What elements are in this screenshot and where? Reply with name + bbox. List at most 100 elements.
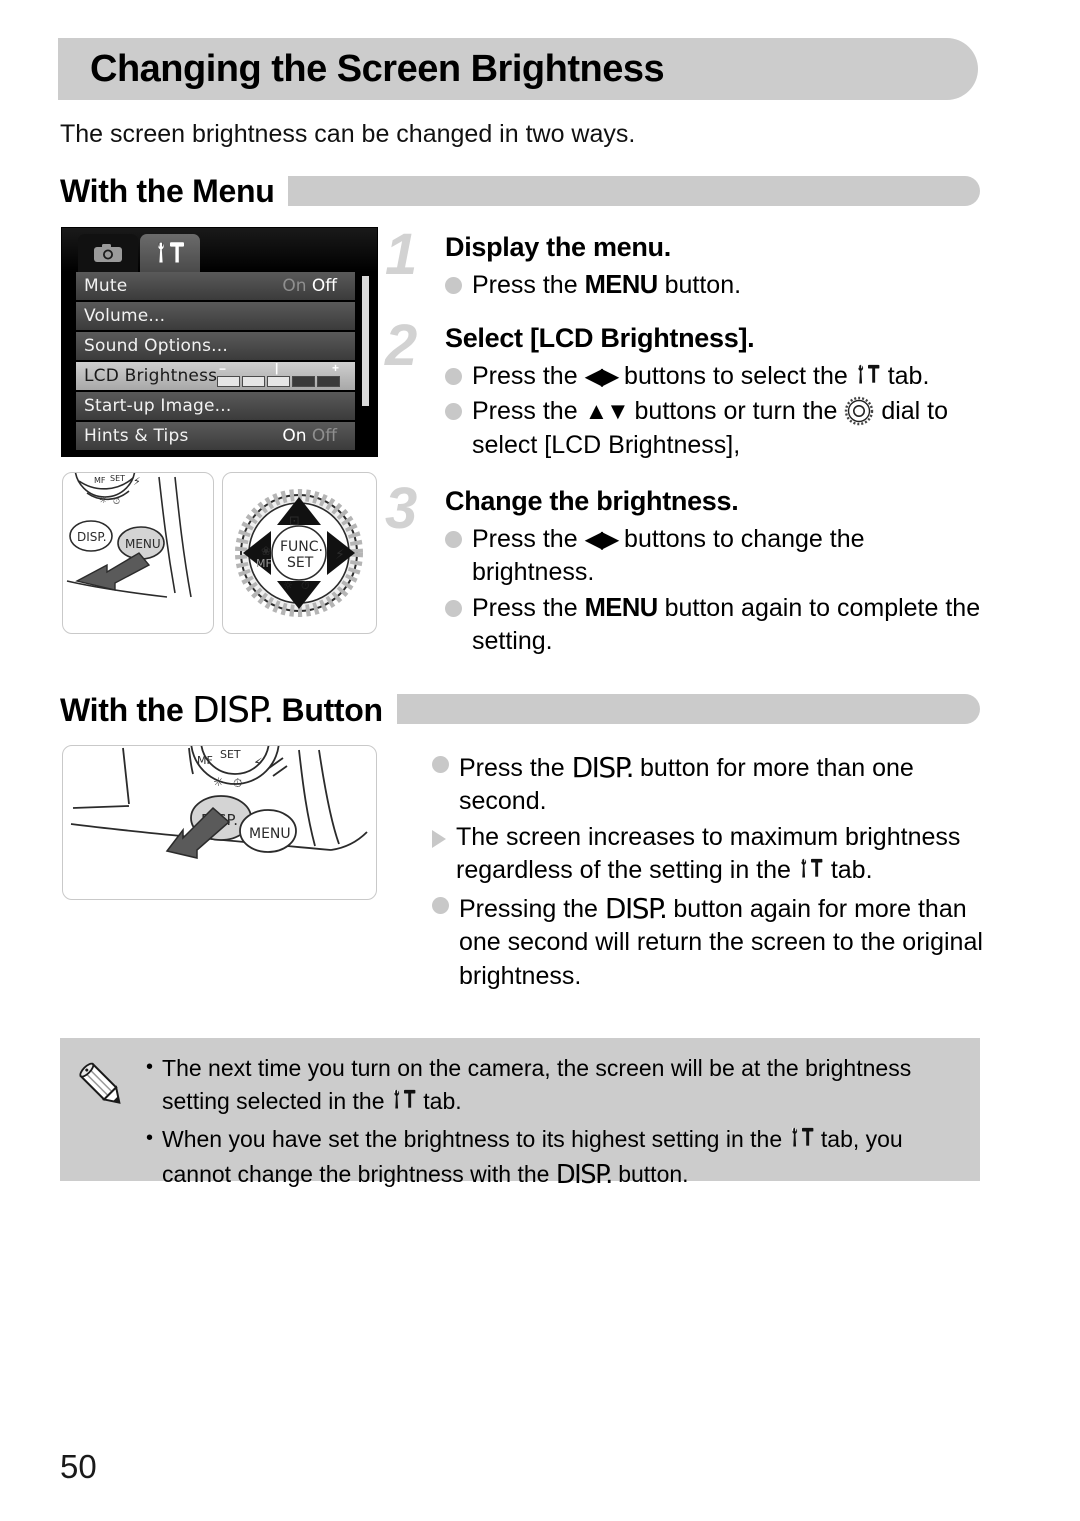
body-text: tab. bbox=[416, 1087, 462, 1114]
lcd-value-off[interactable]: Off bbox=[312, 276, 337, 296]
lcd-value-on[interactable]: On bbox=[282, 276, 306, 296]
section-heading-bar bbox=[288, 176, 980, 206]
disp-section-bullets: Press the DISP. button for more than one… bbox=[432, 748, 984, 995]
brightness-segment[interactable] bbox=[317, 376, 340, 387]
step-3: 3 Change the brightness. Press the ◀▶ bu… bbox=[385, 480, 985, 661]
bullet-item: Press the MENU button again to complete … bbox=[445, 592, 985, 659]
lcd-menu-rows: Mute On Off Volume... Sound Options... L… bbox=[76, 272, 355, 452]
camera-back-disp-drawing: MF SET ⚡ ☼ ⏱ DISP. MENU bbox=[70, 746, 368, 859]
lcd-menu-screenshot: Mute On Off Volume... Sound Options... L… bbox=[62, 228, 377, 456]
lcd-row-label: LCD Brightness bbox=[84, 366, 218, 386]
bullet-text: Pressing the DISP. button again for more… bbox=[459, 889, 984, 993]
disp-button-icon: DISP. bbox=[604, 892, 668, 925]
disp-button-icon: DISP. bbox=[571, 751, 635, 784]
lcd-row-startup-image[interactable]: Start-up Image... bbox=[76, 392, 355, 420]
lcd-row-label: Start-up Image... bbox=[84, 396, 232, 416]
body-text: button. bbox=[657, 271, 742, 299]
camera-back-menu-drawing: MF SET ⚡ ☼ ⏱ DISP. MENU bbox=[66, 473, 192, 598]
section-heading-suffix: Button bbox=[272, 691, 384, 728]
lcd-row-volume[interactable]: Volume... bbox=[76, 302, 355, 330]
disp-button-icon: DISP. bbox=[555, 1159, 613, 1190]
body-text: tab. bbox=[880, 362, 930, 390]
svg-text:☼: ☼ bbox=[99, 496, 107, 506]
brightness-segment[interactable] bbox=[292, 376, 315, 387]
brightness-segment[interactable] bbox=[242, 376, 265, 387]
svg-text:⏱: ⏱ bbox=[301, 579, 310, 592]
round-bullet-marker bbox=[432, 756, 449, 773]
body-text: Press the bbox=[472, 525, 585, 553]
brightness-segment[interactable] bbox=[267, 376, 290, 387]
pencil-icon bbox=[79, 1062, 121, 1104]
body-text: The next time you turn on the camera, th… bbox=[162, 1055, 912, 1114]
four-way-dial-drawing: FUNC. SET ⊡ ❀ MF ⚡ ☼ ⏱ bbox=[235, 489, 363, 617]
lcd-scrollbar[interactable] bbox=[362, 276, 369, 406]
brightness-segment[interactable] bbox=[217, 376, 240, 387]
control-dial-illustration: FUNC. SET ⊡ ❀ MF ⚡ ☼ ⏱ bbox=[222, 472, 377, 634]
disp-icon: DISP. bbox=[192, 689, 274, 731]
svg-text:MF: MF bbox=[256, 557, 272, 570]
wrench-hammer-icon bbox=[158, 242, 184, 263]
lcd-value-off[interactable]: Off bbox=[312, 426, 337, 446]
lcd-row-lcd-brightness[interactable]: LCD Brightness − | + bbox=[76, 361, 355, 390]
menu-button-illustration: MF SET ⚡ ☼ ⏱ DISP. MENU bbox=[62, 472, 214, 634]
bullet-item: Press the MENU button. bbox=[445, 269, 985, 303]
svg-text:⏱: ⏱ bbox=[113, 497, 120, 507]
lcd-value-on[interactable]: On bbox=[282, 426, 306, 446]
note-item: • When you have set the brightness to its… bbox=[146, 1123, 966, 1192]
brightness-slider-segments[interactable] bbox=[217, 376, 340, 387]
svg-text:MENU: MENU bbox=[125, 537, 161, 551]
section-heading-label: With the DISP. Button bbox=[60, 689, 397, 731]
round-bullet-marker bbox=[445, 403, 462, 421]
bullet-item: Press the ◀▶ buttons to change the brigh… bbox=[445, 523, 985, 590]
lcd-row-label: Mute bbox=[84, 276, 128, 296]
menu-button-icon: MENU bbox=[584, 593, 659, 622]
slider-minus-label: − bbox=[219, 362, 227, 376]
page-header: Changing the Screen Brightness bbox=[58, 38, 978, 100]
bullet-text: Press the ◀▶ buttons to select the tab. bbox=[472, 360, 985, 393]
bullet-item: Press the DISP. button for more than one… bbox=[432, 748, 984, 819]
round-bullet-marker bbox=[445, 531, 462, 548]
direction-buttons-icon: ◀▶ bbox=[584, 363, 620, 390]
intro-text: The screen brightness can be changed in … bbox=[60, 120, 636, 148]
svg-text:SET: SET bbox=[220, 748, 241, 761]
body-text: Pressing the bbox=[459, 895, 605, 923]
svg-text:MF: MF bbox=[94, 476, 106, 485]
bullet-text: Press the DISP. button for more than one… bbox=[459, 748, 984, 819]
lcd-row-sound-options[interactable]: Sound Options... bbox=[76, 332, 355, 360]
bullet-item: Pressing the DISP. button again for more… bbox=[432, 889, 984, 993]
svg-text:⚡: ⚡ bbox=[133, 475, 141, 488]
step-number: 3 bbox=[385, 476, 418, 541]
step-title: Display the menu. bbox=[445, 232, 671, 262]
step-2: 2 Select [LCD Brightness]. Press the ◀▶ … bbox=[385, 317, 985, 464]
lcd-row-mute[interactable]: Mute On Off bbox=[76, 272, 355, 300]
body-text: Press the bbox=[472, 593, 585, 622]
round-bullet-marker bbox=[445, 368, 462, 385]
lcd-tab-tools[interactable] bbox=[140, 234, 200, 272]
lcd-row-hints-tips[interactable]: Hints & Tips On Off bbox=[76, 422, 355, 450]
direction-buttons-icon: ◀▶ bbox=[584, 526, 620, 553]
lcd-tab-camera[interactable] bbox=[78, 234, 138, 272]
svg-text:MF: MF bbox=[197, 754, 213, 767]
menu-button-icon: MENU bbox=[584, 271, 659, 299]
svg-text:SET: SET bbox=[287, 555, 314, 571]
section-heading-prefix: With the bbox=[60, 691, 193, 728]
body-text: buttons to select the bbox=[617, 362, 855, 390]
direction-buttons-icon: ▲▼ bbox=[584, 398, 630, 426]
section-heading-with-the-menu: With the Menu bbox=[60, 170, 980, 212]
round-bullet-marker bbox=[445, 599, 462, 617]
bullet-text: Press the ▲▼ buttons or turn the dial to… bbox=[472, 395, 985, 462]
bullet-item: Press the ◀▶ buttons to select the tab. bbox=[445, 360, 985, 393]
step-bullets: Press the ◀▶ buttons to select the tab. P… bbox=[445, 360, 985, 462]
slider-plus-label: + bbox=[331, 361, 339, 375]
body-text: The screen increases to maximum brightne… bbox=[456, 822, 961, 884]
section-heading-bar bbox=[396, 694, 980, 724]
tools-tab-icon bbox=[789, 1127, 815, 1151]
lcd-row-values: On Off bbox=[282, 426, 337, 446]
bullet-text: The screen increases to maximum brightne… bbox=[456, 821, 984, 888]
lcd-row-values: On Off bbox=[282, 276, 337, 296]
tools-tab-icon bbox=[391, 1089, 417, 1113]
brightness-slider[interactable]: − | + bbox=[215, 361, 343, 388]
step-number: 2 bbox=[385, 313, 418, 378]
note-text: The next time you turn on the camera, th… bbox=[162, 1052, 966, 1117]
note-box: • The next time you turn on the camera, t… bbox=[60, 1038, 980, 1190]
